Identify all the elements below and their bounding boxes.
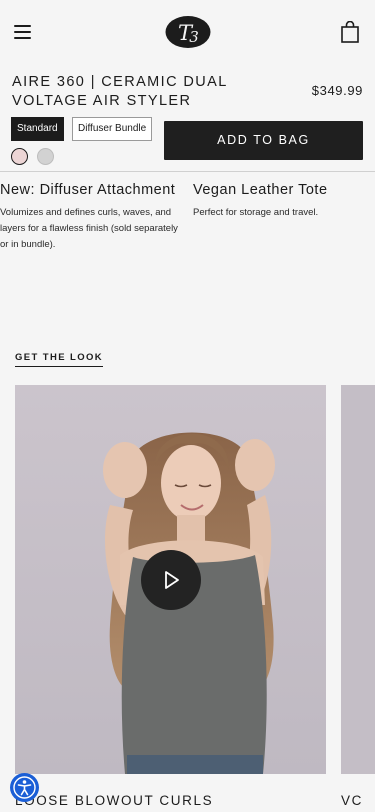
feature-description: Volumizes and defines curls, waves, and … bbox=[0, 207, 178, 250]
look-video-card-next[interactable] bbox=[341, 385, 375, 774]
product-name: AIRE 360 | CERAMIC DUAL VOLTAGE AIR STYL… bbox=[12, 74, 228, 109]
add-to-bag-button[interactable]: ADD TO BAG bbox=[164, 121, 363, 160]
variant-standard-button[interactable]: Standard bbox=[11, 117, 64, 141]
product-summary-bar: AIRE 360 | CERAMIC DUAL VOLTAGE AIR STYL… bbox=[0, 64, 375, 172]
shopping-bag-icon[interactable] bbox=[341, 20, 359, 43]
feature-title: Vegan Leather Tote bbox=[193, 182, 328, 198]
play-icon[interactable] bbox=[141, 550, 201, 610]
feature-diffuser: New: Diffuser Attachment Volumizes and d… bbox=[0, 181, 180, 253]
accessibility-icon[interactable] bbox=[10, 773, 39, 802]
look-card-title-next[interactable]: VC bbox=[341, 793, 363, 808]
site-header: T 3 bbox=[0, 0, 375, 64]
feature-title: New: Diffuser Attachment bbox=[0, 182, 176, 198]
product-price: $349.99 bbox=[311, 83, 363, 98]
hamburger-menu-icon[interactable] bbox=[14, 25, 32, 39]
get-the-look-heading[interactable]: GET THE LOOK bbox=[15, 352, 104, 367]
look-card-title[interactable]: LOOSE BLOWOUT CURLS bbox=[15, 793, 213, 808]
t3-logo[interactable]: T 3 bbox=[165, 15, 211, 49]
feature-tote: Vegan Leather Tote Perfect for storage a… bbox=[193, 181, 373, 221]
svg-text:3: 3 bbox=[189, 28, 199, 46]
variant-diffuser-bundle-button[interactable]: Diffuser Bundle bbox=[72, 117, 153, 141]
feature-description: Perfect for storage and travel. bbox=[193, 207, 319, 218]
color-swatch-silver[interactable] bbox=[37, 148, 54, 165]
color-swatch-rose[interactable] bbox=[11, 148, 28, 165]
